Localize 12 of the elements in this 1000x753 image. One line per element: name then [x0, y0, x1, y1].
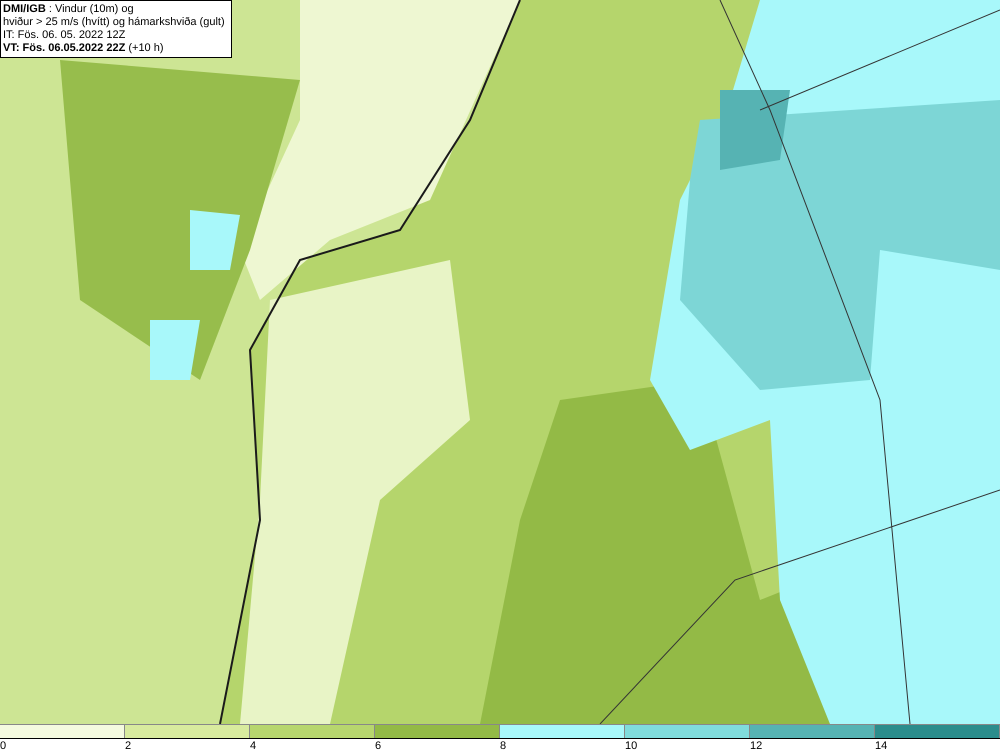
info-text: hviður > 25 m/s (hvítt) og hámarkshviða (gult) [3, 16, 225, 29]
legend-label: 8 [500, 739, 506, 753]
legend-label: 4 [250, 739, 256, 753]
legend-label: 2 [125, 739, 132, 753]
info-text: DMI/IGB : Vindur (10m) og [3, 3, 135, 16]
legend-label: 14 [875, 739, 888, 753]
legend-label: 0 [0, 739, 6, 753]
legend-label: 6 [375, 739, 382, 753]
info-text: VT: Fös. 06.05.2022 22Z (+10 h) [3, 42, 165, 55]
legend-label: 12 [750, 739, 762, 753]
info-text: IT: Fös. 06. 05. 2022 12Z [3, 29, 126, 42]
legend-label: 10 [625, 739, 638, 753]
